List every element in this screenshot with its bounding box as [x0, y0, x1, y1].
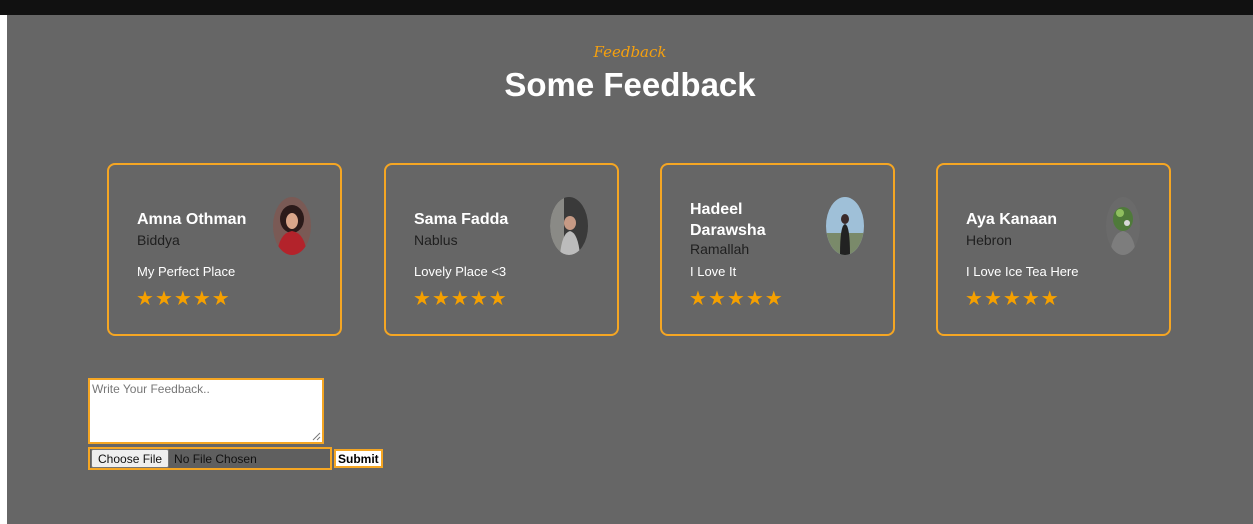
resize-grip-icon[interactable]: [312, 432, 321, 441]
star-icon: ★: [469, 288, 488, 310]
reviewer-city: Biddya: [137, 232, 180, 248]
review-text: Lovely Place <3: [414, 264, 507, 279]
star-rating: ★ ★ ★ ★ ★: [965, 289, 1059, 309]
star-rating: ★ ★ ★ ★ ★: [413, 289, 507, 309]
review-text: My Perfect Place: [137, 264, 236, 279]
star-icon: ★: [764, 288, 783, 310]
reviewer-name: Amna Othman: [137, 211, 247, 228]
star-rating: ★ ★ ★ ★ ★: [689, 289, 783, 309]
submit-button[interactable]: Submit: [334, 449, 383, 468]
star-icon: ★: [136, 288, 154, 310]
review-text: I Love It: [690, 264, 737, 279]
feedback-card: Aya Kanaan Hebron I Love Ice Tea Here ★ ★…: [936, 163, 1171, 336]
file-input[interactable]: Choose File No File Chosen: [88, 447, 332, 470]
reviewer-name: Sama Fadda: [414, 211, 509, 228]
feedback-card: Hadeel Darawsha Ramallah I Love It ★ ★ ★ ★ ★: [660, 163, 895, 336]
review-text: I Love Ice Tea Here: [966, 264, 1079, 279]
star-icon: ★: [983, 288, 1002, 310]
reviewer-city: Hebron: [966, 232, 1012, 248]
top-bar: [0, 0, 1253, 15]
star-icon: ★: [745, 288, 764, 310]
feedback-textarea[interactable]: [88, 378, 324, 444]
avatar: [550, 197, 588, 255]
reviewer-city: Ramallah: [690, 241, 750, 257]
left-edge: [0, 15, 7, 524]
star-icon: ★: [413, 288, 431, 310]
star-icon: ★: [689, 288, 707, 310]
feedback-card: Amna Othman Biddya My Perfect Place ★ ★ ★ ★…: [107, 163, 342, 336]
avatar: [273, 197, 311, 255]
star-icon: ★: [726, 288, 745, 310]
file-status: No File Chosen: [174, 451, 257, 466]
star-icon: ★: [965, 288, 983, 310]
star-icon: ★: [1002, 288, 1021, 310]
star-icon: ★: [1040, 288, 1059, 310]
star-icon: ★: [707, 288, 726, 310]
star-icon: ★: [211, 288, 230, 310]
avatar: [1106, 197, 1140, 255]
star-rating: ★ ★ ★ ★ ★: [136, 289, 230, 309]
reviewer-city: Nablus: [414, 232, 458, 248]
star-icon: ★: [488, 288, 507, 310]
star-icon: ★: [1021, 288, 1040, 310]
section-title: Some Feedback: [504, 66, 756, 103]
star-icon: ★: [154, 288, 173, 310]
avatar: [826, 197, 864, 255]
reviewer-name: Hadeel Darawsha: [690, 201, 766, 239]
star-icon: ★: [450, 288, 469, 310]
star-icon: ★: [192, 288, 211, 310]
star-icon: ★: [173, 288, 192, 310]
star-icon: ★: [431, 288, 450, 310]
feedback-card: Sama Fadda Nablus Lovely Place <3 ★ ★ ★ ★ ★: [384, 163, 619, 336]
choose-file-button[interactable]: Choose File: [91, 449, 170, 468]
reviewer-name: Aya Kanaan: [966, 211, 1057, 228]
section-kicker: Feedback: [593, 43, 667, 61]
